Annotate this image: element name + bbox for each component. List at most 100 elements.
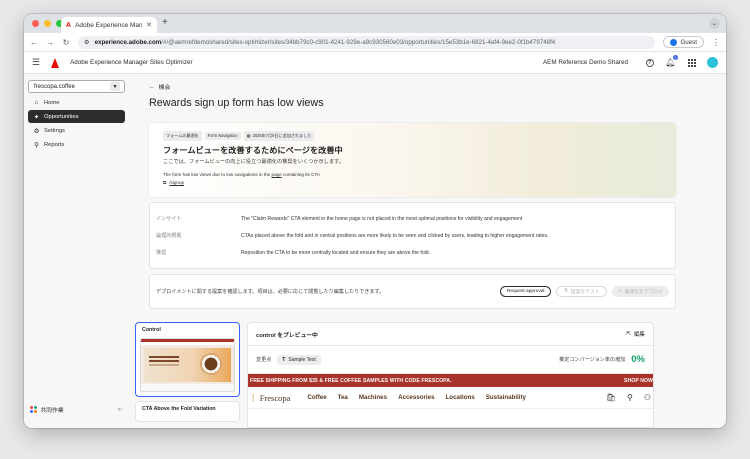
date-label: 2025年7月9日に追加されました bbox=[252, 132, 312, 138]
account-icon[interactable]: ⚇ bbox=[644, 393, 651, 402]
changes-label: 変更点 bbox=[256, 357, 272, 363]
deploy-optimization-button[interactable]: ➶ 最適化をデプロイ bbox=[611, 286, 669, 297]
edit-label: 編集 bbox=[633, 332, 645, 338]
variation-card-cta-above-fold[interactable]: CTA Above the Fold Variation bbox=[135, 401, 240, 422]
detail-row-insight: インサイト The "Claim Rewards" CTA element in… bbox=[156, 210, 669, 227]
notifications-button[interactable]: 🔔︎ 1 bbox=[665, 55, 678, 68]
sidebar: frescopa.coffee ▼ ⌂ Home ✦ Opportunities… bbox=[24, 74, 129, 428]
flask-icon: ⚗ bbox=[563, 289, 568, 294]
site-selector[interactable]: frescopa.coffee ▼ bbox=[28, 80, 125, 93]
site-nav-tea[interactable]: Tea bbox=[338, 394, 348, 401]
tab-strip: A Adobe Experience Manager S ✕ + ⌄ bbox=[24, 14, 726, 33]
search-icon[interactable]: ⚲ bbox=[627, 393, 633, 402]
browser-menu-icon[interactable]: ⋮ bbox=[712, 38, 720, 47]
page-title: Rewards sign up form has low views bbox=[149, 97, 324, 109]
sidebar-item-home[interactable]: ⌂ Home bbox=[28, 96, 125, 109]
url-host: experience.adobe.com bbox=[94, 38, 162, 46]
profile-icon bbox=[670, 38, 678, 46]
help-icon: ? bbox=[645, 58, 654, 67]
deploy-optimization-label: 最適化をデプロイ bbox=[624, 290, 663, 295]
collaboration-label: 共同作業 bbox=[40, 408, 64, 414]
site-nav-locations[interactable]: Locations bbox=[446, 394, 475, 401]
sidebar-item-reports[interactable]: ⚲ Reports bbox=[28, 139, 125, 152]
tag-list: フォームの最適化 Form Navigation ▦ 2025年7月9日に追加さ… bbox=[163, 131, 662, 141]
variation-card-control[interactable]: Control bbox=[135, 322, 240, 397]
adobe-logo-icon[interactable] bbox=[50, 57, 60, 68]
help-button[interactable]: ? bbox=[644, 57, 655, 68]
site-nav-accessories[interactable]: Accessories bbox=[398, 394, 434, 401]
collapse-sidebar-icon[interactable]: ⇤ bbox=[118, 406, 123, 413]
detail-label: インサイト bbox=[156, 216, 182, 222]
note-text-end: containing its CTA bbox=[281, 171, 320, 177]
url-path: /#/@aemrefdemoshared/sites-optimizer/sit… bbox=[161, 38, 556, 46]
frescopa-mark-icon: ❲ bbox=[250, 393, 257, 402]
site-info-icon[interactable]: ⚙ bbox=[84, 39, 90, 46]
user-avatar[interactable] bbox=[707, 57, 718, 68]
form-page-link[interactable]: ⧉ /signup bbox=[163, 180, 662, 185]
apps-button[interactable] bbox=[686, 57, 697, 68]
request-approval-button[interactable]: Request approval bbox=[499, 286, 552, 297]
minimize-window-button[interactable] bbox=[44, 20, 51, 27]
variation-list: Control CTA Above the Fold Variation bbox=[135, 322, 240, 428]
back-label: 機会 bbox=[158, 85, 171, 91]
adobe-favicon-icon: A bbox=[66, 21, 72, 29]
detail-value: The "Claim Rewards" CTA element in the h… bbox=[241, 215, 523, 222]
address-bar[interactable]: ⚙ experience.adobe.com/#/@aemrefdemoshar… bbox=[78, 35, 656, 49]
close-window-button[interactable] bbox=[32, 20, 39, 27]
detail-label: 論理的根拠 bbox=[156, 233, 182, 239]
sidebar-item-settings[interactable]: ⚙ Settings bbox=[28, 125, 125, 138]
variation-name: CTA Above the Fold Variation bbox=[142, 406, 216, 412]
tab-search-chevron-icon[interactable]: ⌄ bbox=[709, 18, 720, 29]
app-title: Adobe Experience Manager Sites Optimizer bbox=[70, 59, 193, 66]
conversion-label: 推定コンバージョン率の増加 bbox=[559, 357, 626, 363]
form-page-path: /signup bbox=[169, 179, 185, 185]
coffee-cup-image bbox=[200, 353, 222, 375]
reports-icon: ⚲ bbox=[34, 142, 39, 150]
address-row: ← → ↻ ⚙ experience.adobe.com/#/@aemrefde… bbox=[24, 33, 726, 52]
test-suggestion-button[interactable]: ⚗ 提案をテスト bbox=[556, 286, 607, 297]
back-arrow-icon[interactable]: ← bbox=[30, 38, 38, 47]
preview-header: control をプレビュー中 ⇱ 編集 bbox=[248, 323, 653, 346]
forward-arrow-icon[interactable]: → bbox=[46, 38, 54, 47]
summary-note: The form has low views due to low naviga… bbox=[163, 172, 662, 177]
change-chip[interactable]: T Sample Text bbox=[277, 354, 321, 365]
site-navigation: ❲ Frescopa Coffee Tea Machines Accessori… bbox=[248, 387, 653, 409]
variation-name: Control bbox=[142, 327, 161, 333]
main-content: ← 機会 Rewards sign up form has low views … bbox=[129, 74, 726, 428]
window-controls bbox=[32, 20, 63, 27]
deployment-text: デプロイメントに関する提案を確認します。項目は、必要に応じて閲覧したり編集したり… bbox=[156, 289, 385, 295]
sidebar-item-opportunities[interactable]: ✦ Opportunities bbox=[28, 110, 125, 124]
org-switcher[interactable]: AEM Reference Demo Shared bbox=[543, 59, 628, 66]
guest-profile-button[interactable]: Guest bbox=[663, 36, 704, 48]
opportunities-icon: ✦ bbox=[33, 113, 40, 121]
reload-icon[interactable]: ↻ bbox=[62, 38, 70, 47]
deployment-card: デプロイメントに関する提案を確認します。項目は、必要に応じて閲覧したり編集したり… bbox=[149, 274, 676, 309]
shop-now-link[interactable]: SHOP NOW bbox=[624, 378, 653, 384]
gear-icon: ⚙ bbox=[33, 128, 40, 136]
brand-name: Frescopa bbox=[259, 392, 291, 403]
preview-meta: 変更点 T Sample Text 推定コンバージョン率の増加 0% bbox=[248, 346, 653, 374]
browser-tab[interactable]: A Adobe Experience Manager S ✕ bbox=[61, 17, 157, 33]
site-selector-value: frescopa.coffee bbox=[34, 83, 75, 90]
home-icon: ⌂ bbox=[34, 99, 39, 106]
site-nav-coffee[interactable]: Coffee bbox=[307, 394, 326, 401]
notification-badge: 1 bbox=[673, 55, 678, 60]
cart-icon[interactable]: 🛍︎ bbox=[606, 393, 616, 402]
note-page-link[interactable]: page bbox=[272, 172, 282, 177]
preview-panel: control をプレビュー中 ⇱ 編集 変更点 T Sample Text 推… bbox=[247, 322, 654, 428]
frescopa-logo[interactable]: ❲ Frescopa bbox=[250, 393, 290, 403]
collaboration-link[interactable]: 共同作業 ⇤ bbox=[30, 405, 123, 414]
site-nav-machines[interactable]: Machines bbox=[359, 394, 387, 401]
sidebar-item-label: Opportunities bbox=[44, 113, 79, 120]
collaboration-icon bbox=[30, 406, 37, 413]
site-nav-sustainability[interactable]: Sustainability bbox=[486, 394, 526, 401]
opportunity-summary-card: フォームの最適化 Form Navigation ▦ 2025年7月9日に追加さ… bbox=[149, 123, 676, 197]
promo-banner: FREE SHIPPING FROM $35 & FREE COFFEE SAM… bbox=[248, 374, 653, 387]
summary-title: フォームビューを改善するためにページを改善中 bbox=[163, 145, 343, 155]
hamburger-menu-icon[interactable]: ☰ bbox=[32, 57, 40, 68]
back-arrow-icon: ← bbox=[149, 83, 155, 90]
edit-button[interactable]: ⇱ 編集 bbox=[626, 330, 645, 338]
close-tab-icon[interactable]: ✕ bbox=[146, 21, 152, 29]
back-link[interactable]: ← 機会 bbox=[149, 82, 171, 92]
new-tab-button[interactable]: + bbox=[162, 17, 168, 28]
